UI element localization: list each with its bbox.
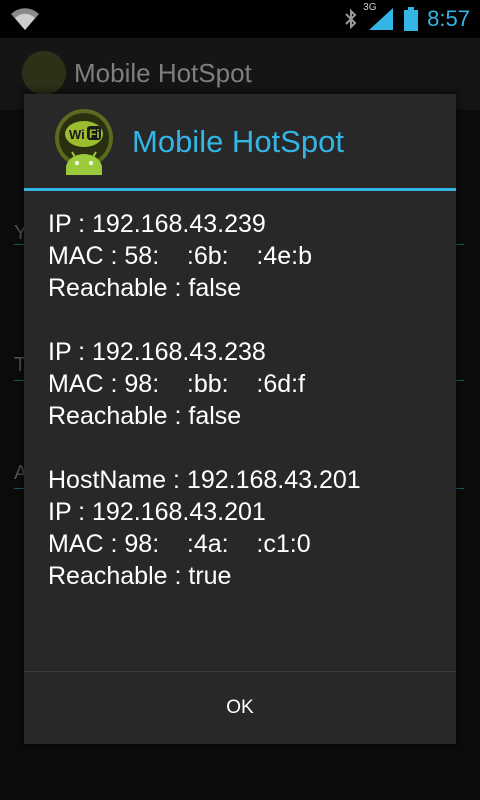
clock: 8:57 xyxy=(427,6,470,31)
client-ip: IP : 192.168.43.239 xyxy=(48,210,266,238)
svg-text:Fi: Fi xyxy=(89,127,100,141)
client-reachable: Reachable : false xyxy=(48,274,242,302)
client-mac: MAC : 98: :4a: :c1:0 xyxy=(48,530,311,558)
client-mac: MAC : 58: :6b: :4e:b xyxy=(48,242,313,270)
wifi-hotspot-icon xyxy=(10,6,40,32)
client-hostname: HostName : 192.168.43.201 xyxy=(48,466,361,494)
entry-spacer xyxy=(48,304,448,336)
client-mac: MAC : 98: :bb: :6d:f xyxy=(48,370,306,398)
dialog-title: Mobile HotSpot xyxy=(132,124,344,159)
svg-text:Wi: Wi xyxy=(69,127,85,142)
action-bar-title: Mobile HotSpot xyxy=(74,58,252,88)
client-reachable: Reachable : false xyxy=(48,402,242,430)
client-entry: IP : 192.168.43.238 MAC : 98: :bb: :6d:f… xyxy=(48,336,448,432)
dialog-header: Wi Fi Mobile HotSpot xyxy=(24,94,456,190)
status-icons: 3G 8:57 xyxy=(343,2,470,34)
network-type-label: 3G xyxy=(363,2,377,13)
app-logo-icon xyxy=(22,51,66,95)
wifi-app-icon: Wi Fi xyxy=(52,108,116,176)
bluetooth-icon xyxy=(343,7,359,31)
client-ip: IP : 192.168.43.201 xyxy=(48,498,266,526)
client-entry: HostName : 192.168.43.201 IP : 192.168.4… xyxy=(48,464,448,592)
title-divider xyxy=(24,188,456,191)
client-reachable: Reachable : true xyxy=(48,562,232,590)
client-ip: IP : 192.168.43.238 xyxy=(48,338,266,366)
status-bar: 3G 8:57 xyxy=(0,0,480,38)
battery-icon xyxy=(403,6,419,32)
client-entry: IP : 192.168.43.239 MAC : 58: :6b: :4e:b… xyxy=(48,208,448,304)
ok-button[interactable]: OK xyxy=(24,672,456,744)
entry-spacer xyxy=(48,432,448,464)
signal-icon: 3G xyxy=(363,2,395,32)
dialog-message: IP : 192.168.43.239 MAC : 58: :6b: :4e:b… xyxy=(48,208,448,592)
hotspot-clients-dialog: Wi Fi Mobile HotSpot IP : 192.168.43.239… xyxy=(24,94,456,744)
